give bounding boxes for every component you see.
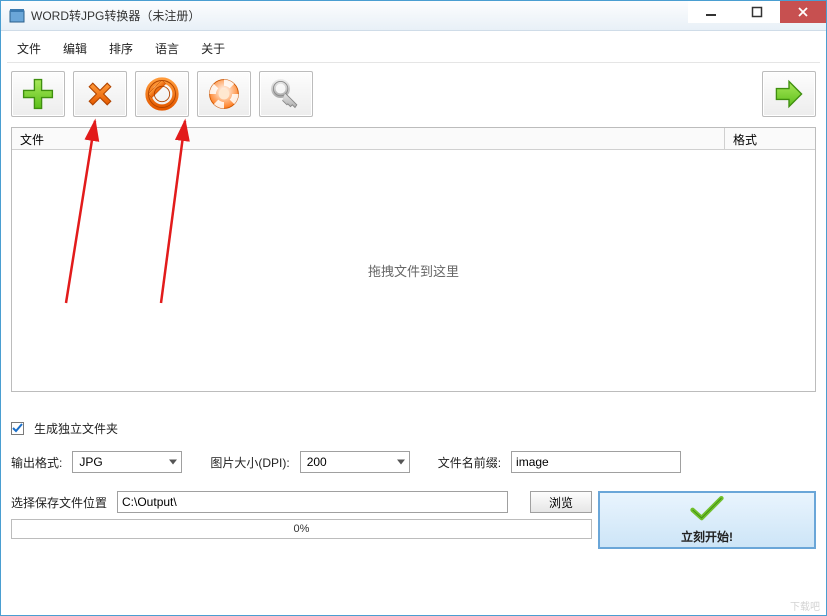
menu-edit[interactable]: 编辑 [63, 40, 87, 57]
clear-button[interactable] [135, 71, 189, 117]
save-location-input[interactable] [117, 491, 508, 513]
out-format-select[interactable]: JPG [72, 451, 182, 473]
save-location-label: 选择保存文件位置 [11, 494, 107, 511]
close-button[interactable] [780, 1, 826, 23]
menubar: 文件 编辑 排序 语言 关于 [7, 35, 820, 63]
browse-button[interactable]: 浏览 [530, 491, 592, 513]
dpi-label: 图片大小(DPI): [210, 454, 289, 471]
window-title: WORD转JPG转换器（未注册） [31, 7, 688, 24]
app-window: WORD转JPG转换器（未注册） 文件 编辑 排序 语言 关于 [0, 0, 827, 616]
minimize-button[interactable] [688, 1, 734, 23]
prefix-label: 文件名前缀: [438, 454, 501, 471]
check-icon [689, 495, 725, 526]
add-button[interactable] [11, 71, 65, 117]
start-label: 立刻开始! [681, 528, 733, 545]
go-button[interactable] [762, 71, 816, 117]
row-create-folder: 生成独立文件夹 [11, 420, 816, 437]
window-controls [688, 1, 826, 30]
column-format[interactable]: 格式 [725, 128, 815, 149]
left-bottom-column: 选择保存文件位置 浏览 0% [11, 491, 592, 549]
content-area: 文件 格式 拖拽文件到这里 生成独立文件夹 [1, 63, 826, 615]
out-format-label: 输出格式: [11, 454, 62, 471]
toolbar [11, 71, 816, 117]
maximize-button[interactable] [734, 1, 780, 23]
watermark: 下载吧 [790, 598, 820, 613]
file-list-body[interactable]: 拖拽文件到这里 [12, 150, 815, 391]
menu-sort[interactable]: 排序 [109, 40, 133, 57]
menu-file[interactable]: 文件 [17, 40, 41, 57]
register-button[interactable] [259, 71, 313, 117]
out-format-value: JPG [79, 455, 102, 469]
options-area: 生成独立文件夹 输出格式: JPG 图片大小(DPI): 200 文件名前缀: … [11, 420, 816, 549]
delete-button[interactable] [73, 71, 127, 117]
create-folder-label: 生成独立文件夹 [34, 420, 118, 437]
progress-bar: 0% [11, 519, 592, 539]
column-file[interactable]: 文件 [12, 128, 725, 149]
menu-language[interactable]: 语言 [155, 40, 179, 57]
row-output-and-start: 选择保存文件位置 浏览 0% 立刻开始! [11, 491, 816, 549]
drop-hint: 拖拽文件到这里 [368, 261, 459, 280]
titlebar: WORD转JPG转换器（未注册） [1, 1, 826, 31]
dpi-value: 200 [307, 455, 327, 469]
start-button[interactable]: 立刻开始! [598, 491, 816, 549]
progress-text: 0% [294, 523, 310, 535]
file-list-area[interactable]: 文件 格式 拖拽文件到这里 [11, 127, 816, 392]
create-folder-checkbox[interactable] [11, 422, 24, 435]
prefix-input[interactable] [511, 451, 681, 473]
row-format-dpi-prefix: 输出格式: JPG 图片大小(DPI): 200 文件名前缀: [11, 451, 816, 473]
file-list-header: 文件 格式 [12, 128, 815, 150]
help-button[interactable] [197, 71, 251, 117]
dpi-select[interactable]: 200 [300, 451, 410, 473]
app-icon [9, 8, 25, 24]
menu-about[interactable]: 关于 [201, 40, 225, 57]
row-save-location: 选择保存文件位置 浏览 [11, 491, 592, 513]
